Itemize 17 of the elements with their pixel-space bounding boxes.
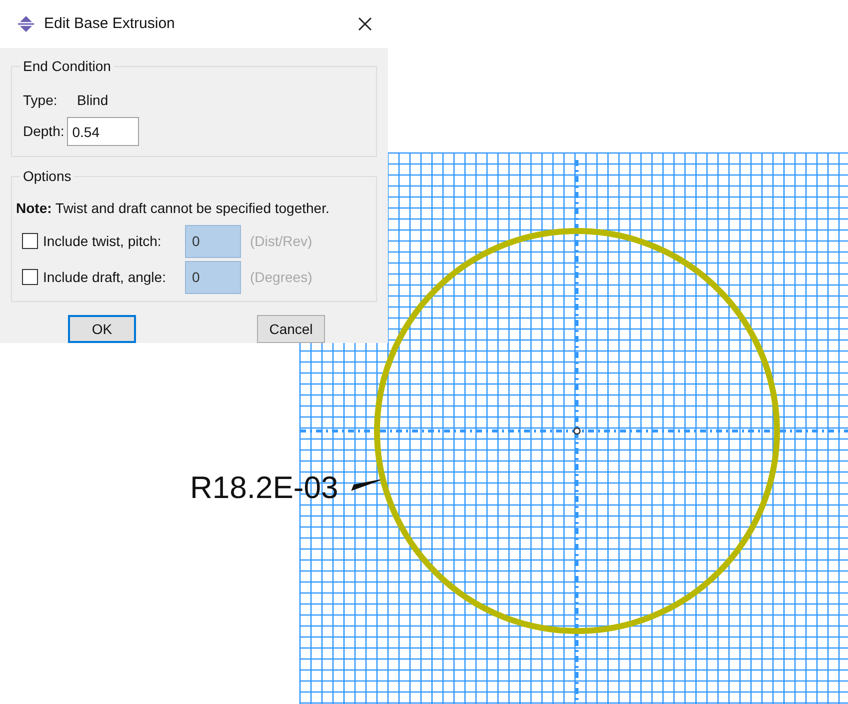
- dimension-arrow-icon: [351, 480, 380, 491]
- dialog-button[interactable]: Cancel: [257, 315, 325, 343]
- depth-field[interactable]: 0.54: [67, 117, 140, 146]
- close-icon[interactable]: [358, 17, 372, 31]
- window-title: Edit Base Extrusion: [44, 14, 176, 34]
- checkbox-label: Include draft, angle:: [43, 268, 167, 287]
- type-value: Blind: [77, 90, 108, 110]
- dialog-button[interactable]: OK: [68, 315, 136, 343]
- sketch-circle[interactable]: [374, 228, 780, 634]
- unit-label: (Dist/Rev): [250, 232, 312, 251]
- field-label: Depth:: [23, 122, 64, 141]
- note-text: Note: Twist and draft cannot be specified together.: [16, 199, 330, 218]
- app-icon: [16, 15, 36, 33]
- field-label: Type:: [23, 90, 58, 110]
- checkbox-label: Include twist, pitch:: [43, 232, 162, 251]
- unit-label: (Degrees): [250, 268, 312, 287]
- center-point: [573, 427, 581, 435]
